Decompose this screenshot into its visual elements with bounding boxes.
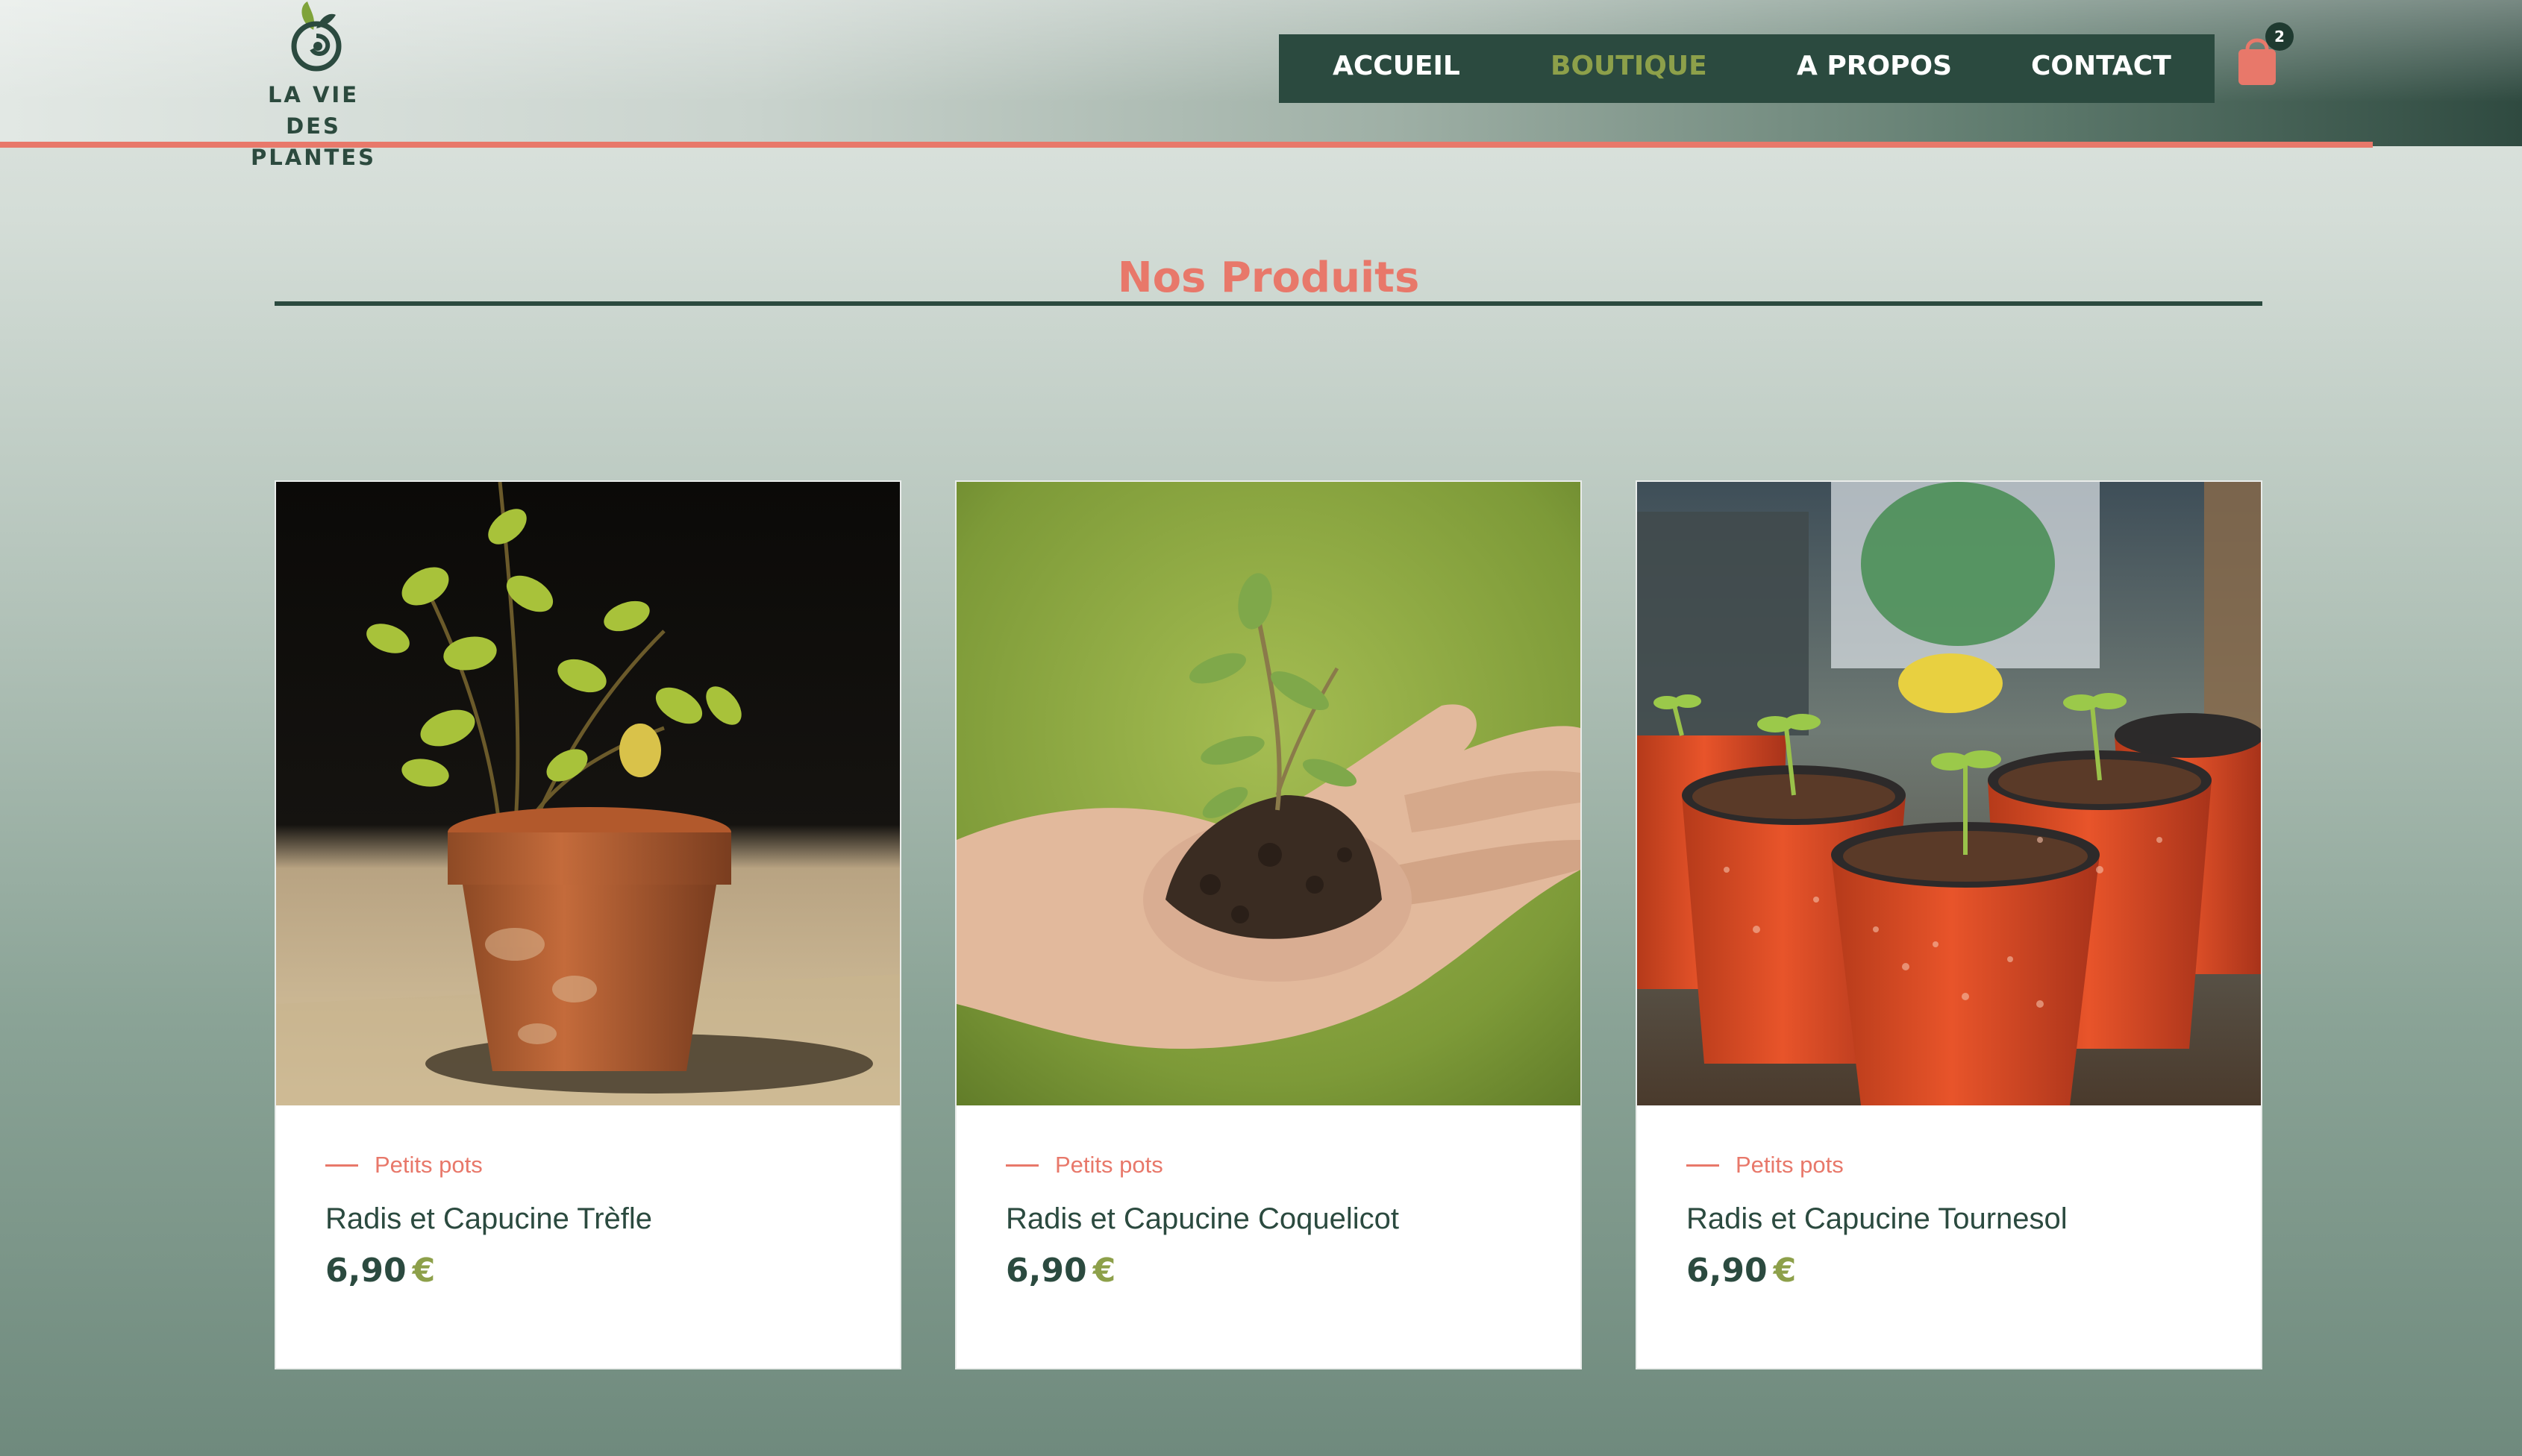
- seedling-pots-photo: [1637, 482, 2261, 1105]
- product-category-label: Petits pots: [1736, 1152, 1844, 1178]
- cart-count-badge: 2: [2265, 22, 2294, 51]
- price-amount: 6,90: [1686, 1252, 1768, 1290]
- product-category[interactable]: Petits pots: [325, 1152, 483, 1179]
- product-name[interactable]: Radis et Capucine Trèfle: [325, 1202, 863, 1236]
- category-dash: [325, 1164, 358, 1167]
- product-price: 6,90 €: [325, 1252, 435, 1290]
- product-price: 6,90 €: [1006, 1252, 1116, 1290]
- nav-item-a-propos[interactable]: A PROPOS: [1797, 51, 1952, 81]
- product-price: 6,90 €: [1686, 1252, 1796, 1290]
- price-currency: €: [1773, 1252, 1797, 1290]
- potted-plant-photo: [276, 482, 900, 1105]
- category-dash: [1686, 1164, 1719, 1167]
- nav-item-contact[interactable]: CONTACT: [2031, 51, 2171, 81]
- product-image[interactable]: [276, 482, 900, 1105]
- product-image[interactable]: [957, 482, 1580, 1105]
- product-card[interactable]: Petits pots Radis et Capucine Tournesol …: [1636, 480, 2262, 1369]
- nav-item-accueil[interactable]: ACCUEIL: [1333, 51, 1460, 81]
- product-category-label: Petits pots: [1055, 1152, 1163, 1178]
- price-amount: 6,90: [325, 1252, 407, 1290]
- brand-name: LA VIE DES PLANTES: [240, 79, 387, 173]
- price-currency: €: [412, 1252, 436, 1290]
- brand-name-line2: PLANTES: [251, 145, 376, 170]
- price-currency: €: [1092, 1252, 1116, 1290]
- product-card[interactable]: Petits pots Radis et Capucine Trèfle 6,9…: [275, 480, 901, 1369]
- brand-name-line1: LA VIE DES: [267, 82, 360, 139]
- section-title: Nos Produits: [1117, 254, 1420, 302]
- brand-logo[interactable]: LA VIE DES PLANTES: [240, 0, 387, 170]
- price-amount: 6,90: [1006, 1252, 1087, 1290]
- seedling-swirl-icon: [291, 1, 342, 72]
- main-navigation: ACCUEIL BOUTIQUE A PROPOS CONTACT: [1279, 34, 2215, 103]
- product-category-label: Petits pots: [375, 1152, 483, 1178]
- product-category[interactable]: Petits pots: [1006, 1152, 1163, 1179]
- product-name[interactable]: Radis et Capucine Coquelicot: [1006, 1202, 1543, 1236]
- product-name[interactable]: Radis et Capucine Tournesol: [1686, 1202, 2224, 1236]
- nav-item-boutique[interactable]: BOUTIQUE: [1551, 51, 1707, 81]
- product-image[interactable]: [1637, 482, 2261, 1105]
- seedling-in-hand-photo: [957, 482, 1580, 1105]
- product-card[interactable]: Petits pots Radis et Capucine Coquelicot…: [955, 480, 1582, 1369]
- section-divider: [275, 301, 2262, 306]
- product-category[interactable]: Petits pots: [1686, 1152, 1844, 1179]
- category-dash: [1006, 1164, 1039, 1167]
